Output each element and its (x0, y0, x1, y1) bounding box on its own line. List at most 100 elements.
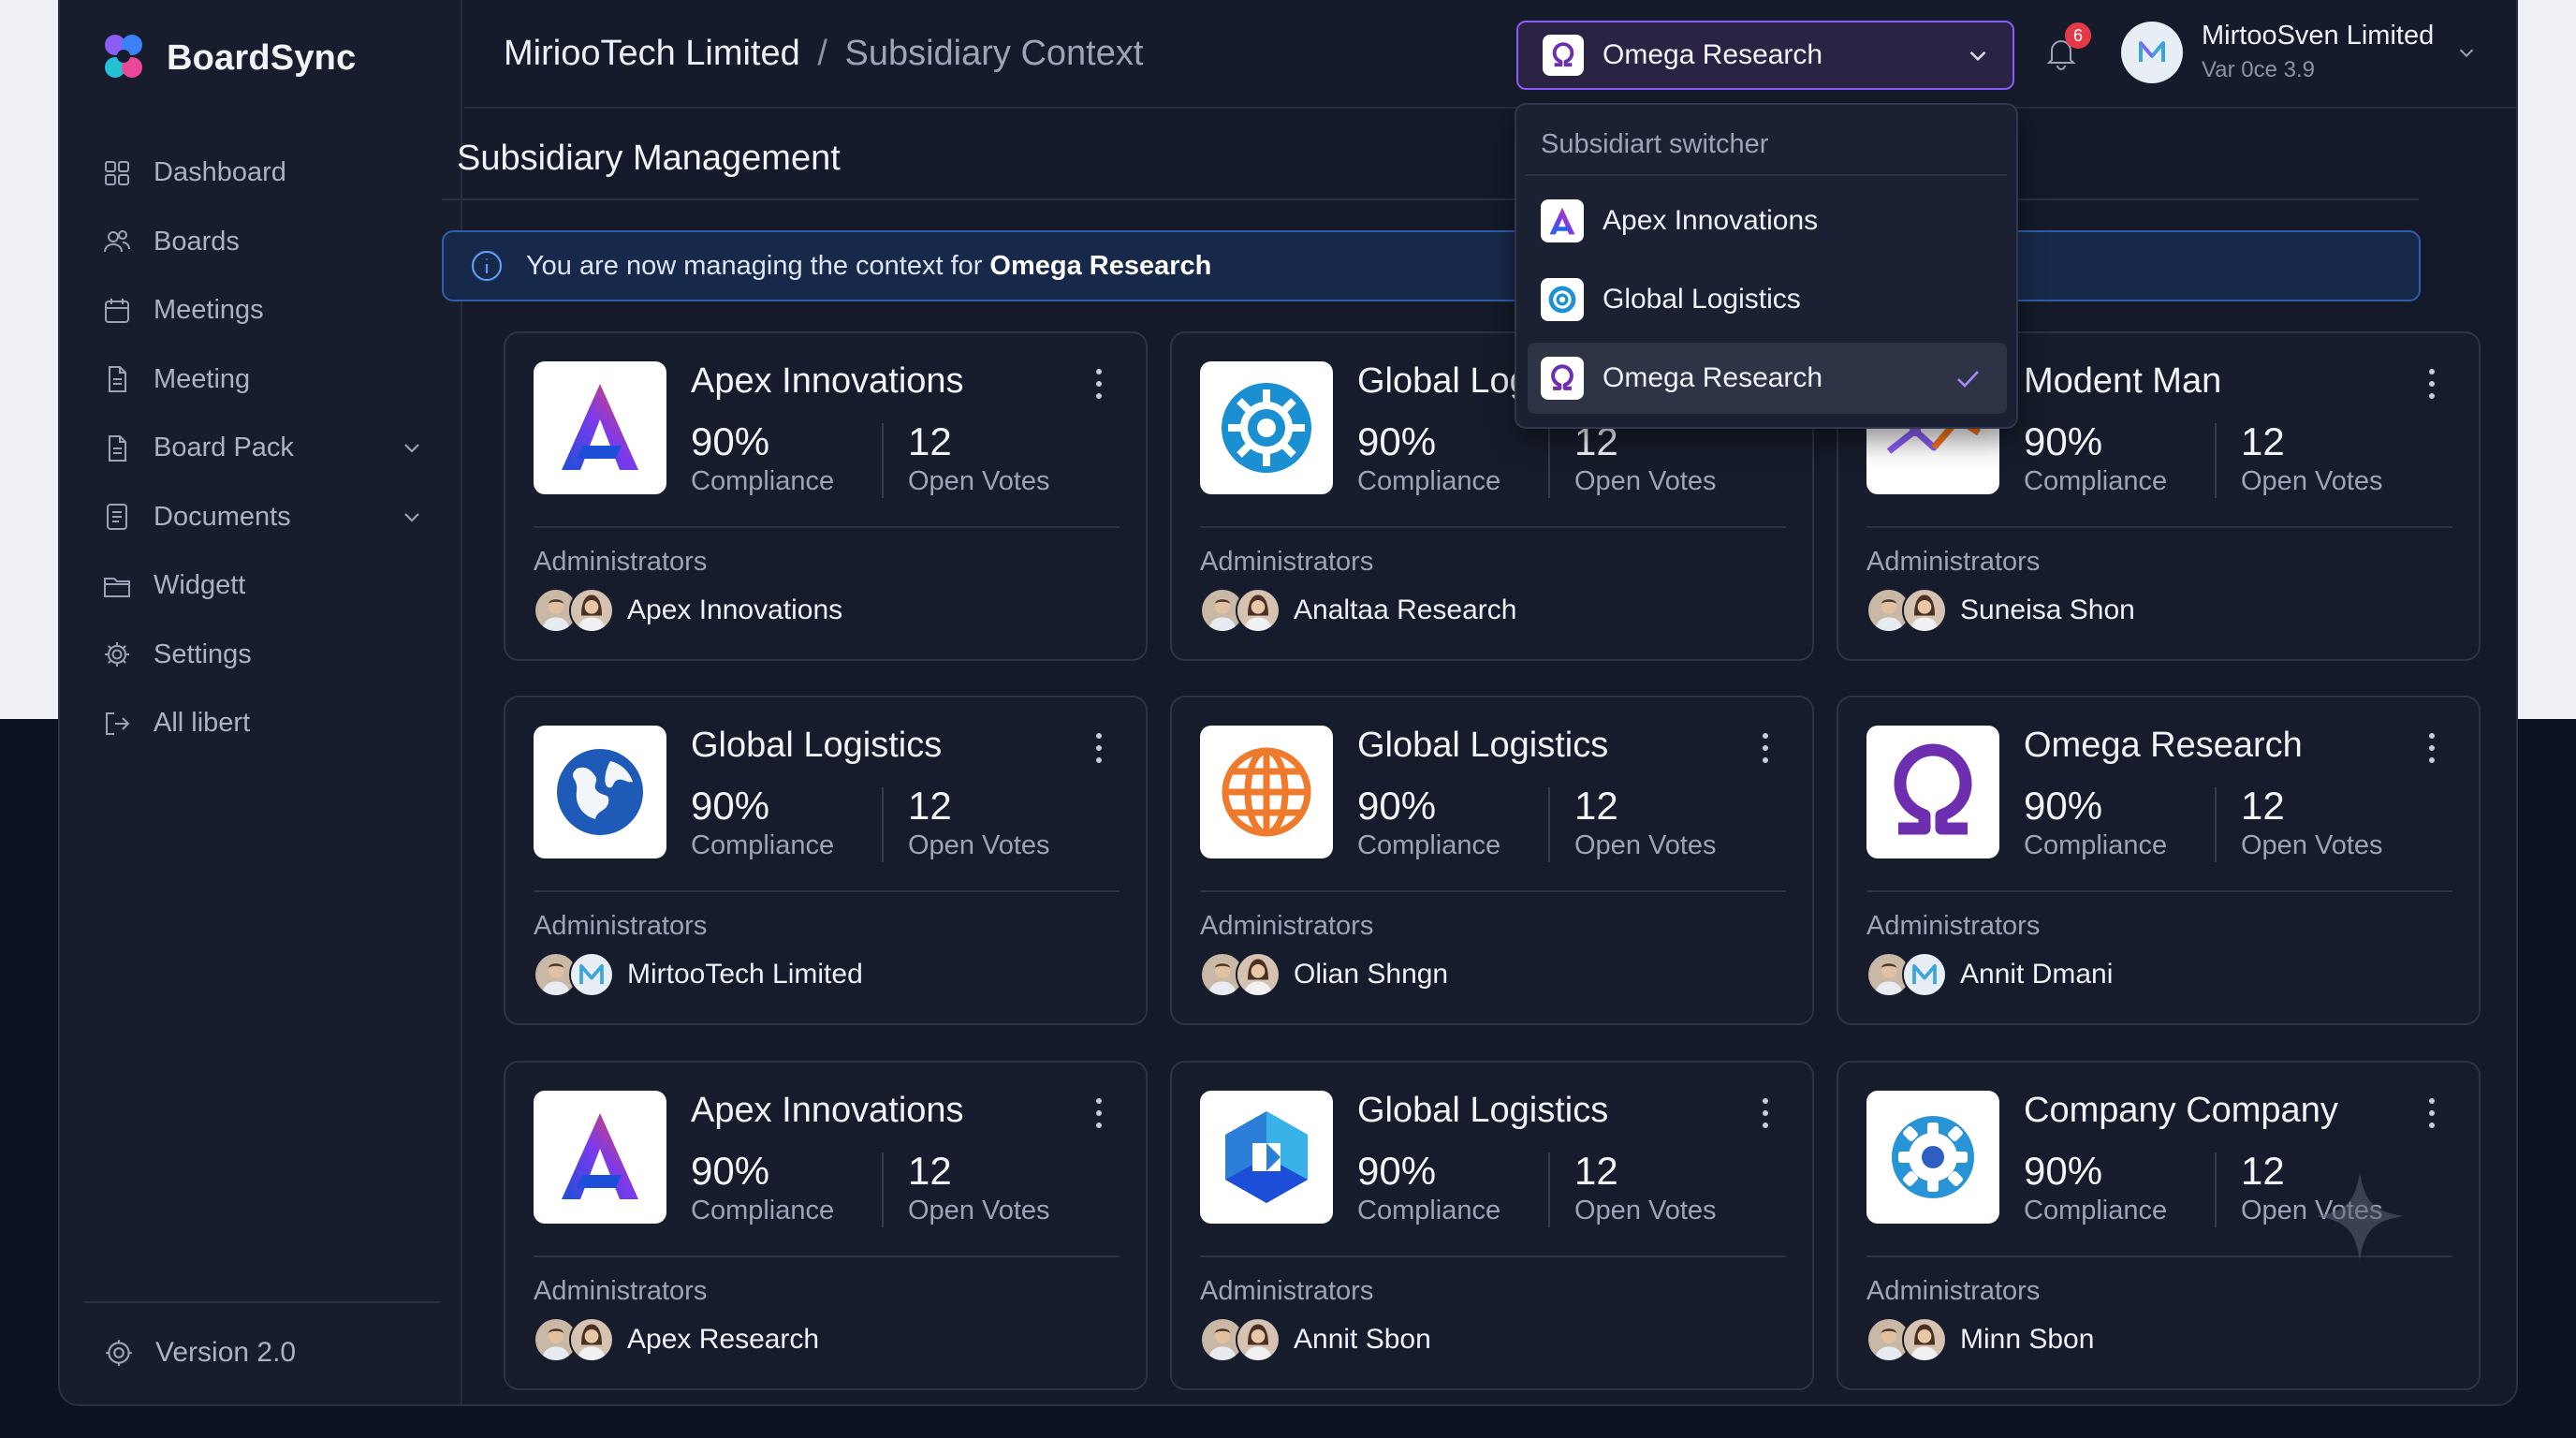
admin-avatars (1866, 952, 1947, 997)
chevron-down-icon (2459, 48, 2474, 57)
avatar (1902, 588, 1947, 633)
chevron-down-icon[interactable] (399, 504, 427, 532)
menu-item-omega-research[interactable]: Omega Research (1528, 343, 2007, 414)
sidebar-item-label: Dashboard (154, 157, 286, 188)
administrators-label: Administrators (1200, 911, 1374, 941)
info-icon (471, 250, 503, 282)
administrators-row: Apex Research (534, 1317, 819, 1362)
administrators-label: Administrators (1200, 1276, 1374, 1306)
open-votes-label: Open Votes (2241, 830, 2383, 860)
company-name: Apex Innovations (691, 361, 964, 401)
administrators-row: Minn Sbon (1866, 1317, 2094, 1362)
admin-avatars (1866, 1317, 1947, 1362)
open-votes-label: Open Votes (908, 466, 1050, 496)
open-votes-value: 12 (908, 1149, 952, 1193)
compliance-label: Compliance (2024, 466, 2168, 496)
gear-logo-icon (1866, 1091, 1999, 1224)
administrators-label: Administrators (1866, 1276, 2041, 1306)
administrators-label: Administrators (534, 1276, 708, 1306)
admin-avatars (534, 1317, 614, 1362)
sidebar-item-all-libert[interactable]: All libert (101, 689, 447, 758)
subsidiary-card[interactable]: Global Logistics 90% Compliance 12 Open … (1170, 1061, 1814, 1390)
compliance-value: 90% (2024, 419, 2103, 463)
document-icon (101, 433, 133, 464)
subsidiary-card[interactable]: Global Logistics 90% Compliance 12 Open … (1170, 696, 1814, 1025)
apex-logo-icon (534, 1091, 666, 1224)
avatar (1902, 1317, 1947, 1362)
sidebar-item-settings[interactable]: Settings (101, 621, 447, 690)
sidebar-divider (84, 1301, 440, 1303)
open-votes-value: 12 (2241, 784, 2285, 828)
sidebar-item-meetings[interactable]: Meetings (101, 276, 447, 345)
subsidiary-card[interactable]: Omega Research 90% Compliance 12 Open Vo… (1837, 696, 2481, 1025)
sidebar-item-widgett[interactable]: Widgett (101, 551, 447, 621)
omega-logo-icon (1866, 726, 1999, 858)
sidebar-item-board-pack[interactable]: Board Pack (101, 414, 447, 483)
open-votes-stat: 12 Open Votes (2241, 784, 2383, 861)
sidebar-item-label: All libert (154, 708, 251, 739)
admin-name: Analtaa Research (1294, 594, 1517, 625)
more-options-icon[interactable] (1760, 731, 1771, 765)
compliance-label: Compliance (691, 466, 835, 496)
compliance-label: Compliance (1357, 1196, 1501, 1225)
chevron-down-icon (1969, 51, 1986, 62)
sidebar-item-meeting[interactable]: Meeting (101, 345, 447, 415)
sidebar-item-documents[interactable]: Documents (101, 483, 447, 552)
more-options-icon[interactable] (1093, 1096, 1105, 1130)
sidebar-item-boards[interactable]: Boards (101, 208, 447, 277)
switcher-selected-label: Omega Research (1603, 39, 1823, 70)
chevron-down-icon[interactable] (399, 434, 427, 462)
more-options-icon[interactable] (2426, 731, 2437, 765)
user-role: Var 0ce 3.9 (2202, 57, 2315, 82)
context-banner: You are now managing the context for Ome… (442, 230, 2421, 301)
stat-divider (882, 423, 884, 498)
stat-divider (1548, 787, 1550, 862)
subsidiary-switcher[interactable]: Omega Research (1516, 21, 2014, 90)
compliance-value: 90% (1357, 784, 1437, 828)
more-options-icon[interactable] (2426, 1096, 2437, 1130)
menu-item-label: Omega Research (1603, 362, 1823, 393)
administrators-row: Olian Shngn (1200, 952, 1448, 997)
stat-divider (882, 1152, 884, 1227)
card-divider (1866, 526, 2452, 528)
company-name: Global Logistics (691, 726, 943, 765)
menu-item-apex-innovations[interactable]: Apex Innovations (1528, 185, 2007, 257)
notifications-button[interactable]: 6 (2042, 22, 2091, 75)
apex-logo-icon (534, 361, 666, 494)
avatar (569, 588, 614, 633)
brand[interactable]: BoardSync (99, 32, 356, 84)
company-name: Global Logistics (1357, 726, 1609, 765)
hexagon-logo-icon (1200, 1091, 1333, 1224)
title-divider (442, 198, 2419, 200)
admin-avatars (1200, 952, 1281, 997)
version-label: Version 2.0 (155, 1337, 297, 1368)
subsidiary-card[interactable]: Global Logistics 90% Compliance 12 Open … (504, 696, 1148, 1025)
administrators-row: Suneisa Shon (1866, 588, 2135, 633)
subsidiary-card[interactable]: Apex Innovations 90% Compliance 12 Open … (504, 331, 1148, 661)
compliance-stat: 90% Compliance (2024, 784, 2167, 861)
subsidiary-card[interactable]: Apex Innovations 90% Compliance 12 Open … (504, 1061, 1148, 1390)
user-menu[interactable]: MirtooSven Limited Var 0ce 3.9 (2121, 21, 2479, 83)
compliance-value: 90% (1357, 419, 1437, 463)
administrators-row: MirtooTech Limited (534, 952, 863, 997)
calendar-icon (101, 295, 133, 327)
more-options-icon[interactable] (1093, 731, 1105, 765)
compliance-value: 90% (691, 784, 770, 828)
more-options-icon[interactable] (1093, 367, 1105, 401)
admin-name: Annit Dmani (1960, 959, 2114, 990)
admin-name: Minn Sbon (1960, 1324, 2095, 1355)
compliance-label: Compliance (2024, 830, 2168, 860)
sidebar-item-dashboard[interactable]: Dashboard (101, 139, 447, 208)
card-divider (534, 890, 1120, 892)
menu-item-global-logistics[interactable]: Global Logistics (1528, 264, 2007, 335)
administrators-label: Administrators (1200, 547, 1374, 577)
open-votes-stat: 12 Open Votes (908, 1149, 1050, 1226)
breadcrumb-org[interactable]: MiriooTech Limited (504, 34, 800, 73)
compliance-label: Compliance (1357, 466, 1501, 496)
more-options-icon[interactable] (1760, 1096, 1771, 1130)
compliance-stat: 90% Compliance (691, 784, 834, 861)
open-votes-stat: 12 Open Votes (1574, 784, 1717, 861)
gear-icon (101, 638, 133, 670)
admin-name: Suneisa Shon (1960, 594, 2135, 625)
more-options-icon[interactable] (2426, 367, 2437, 401)
